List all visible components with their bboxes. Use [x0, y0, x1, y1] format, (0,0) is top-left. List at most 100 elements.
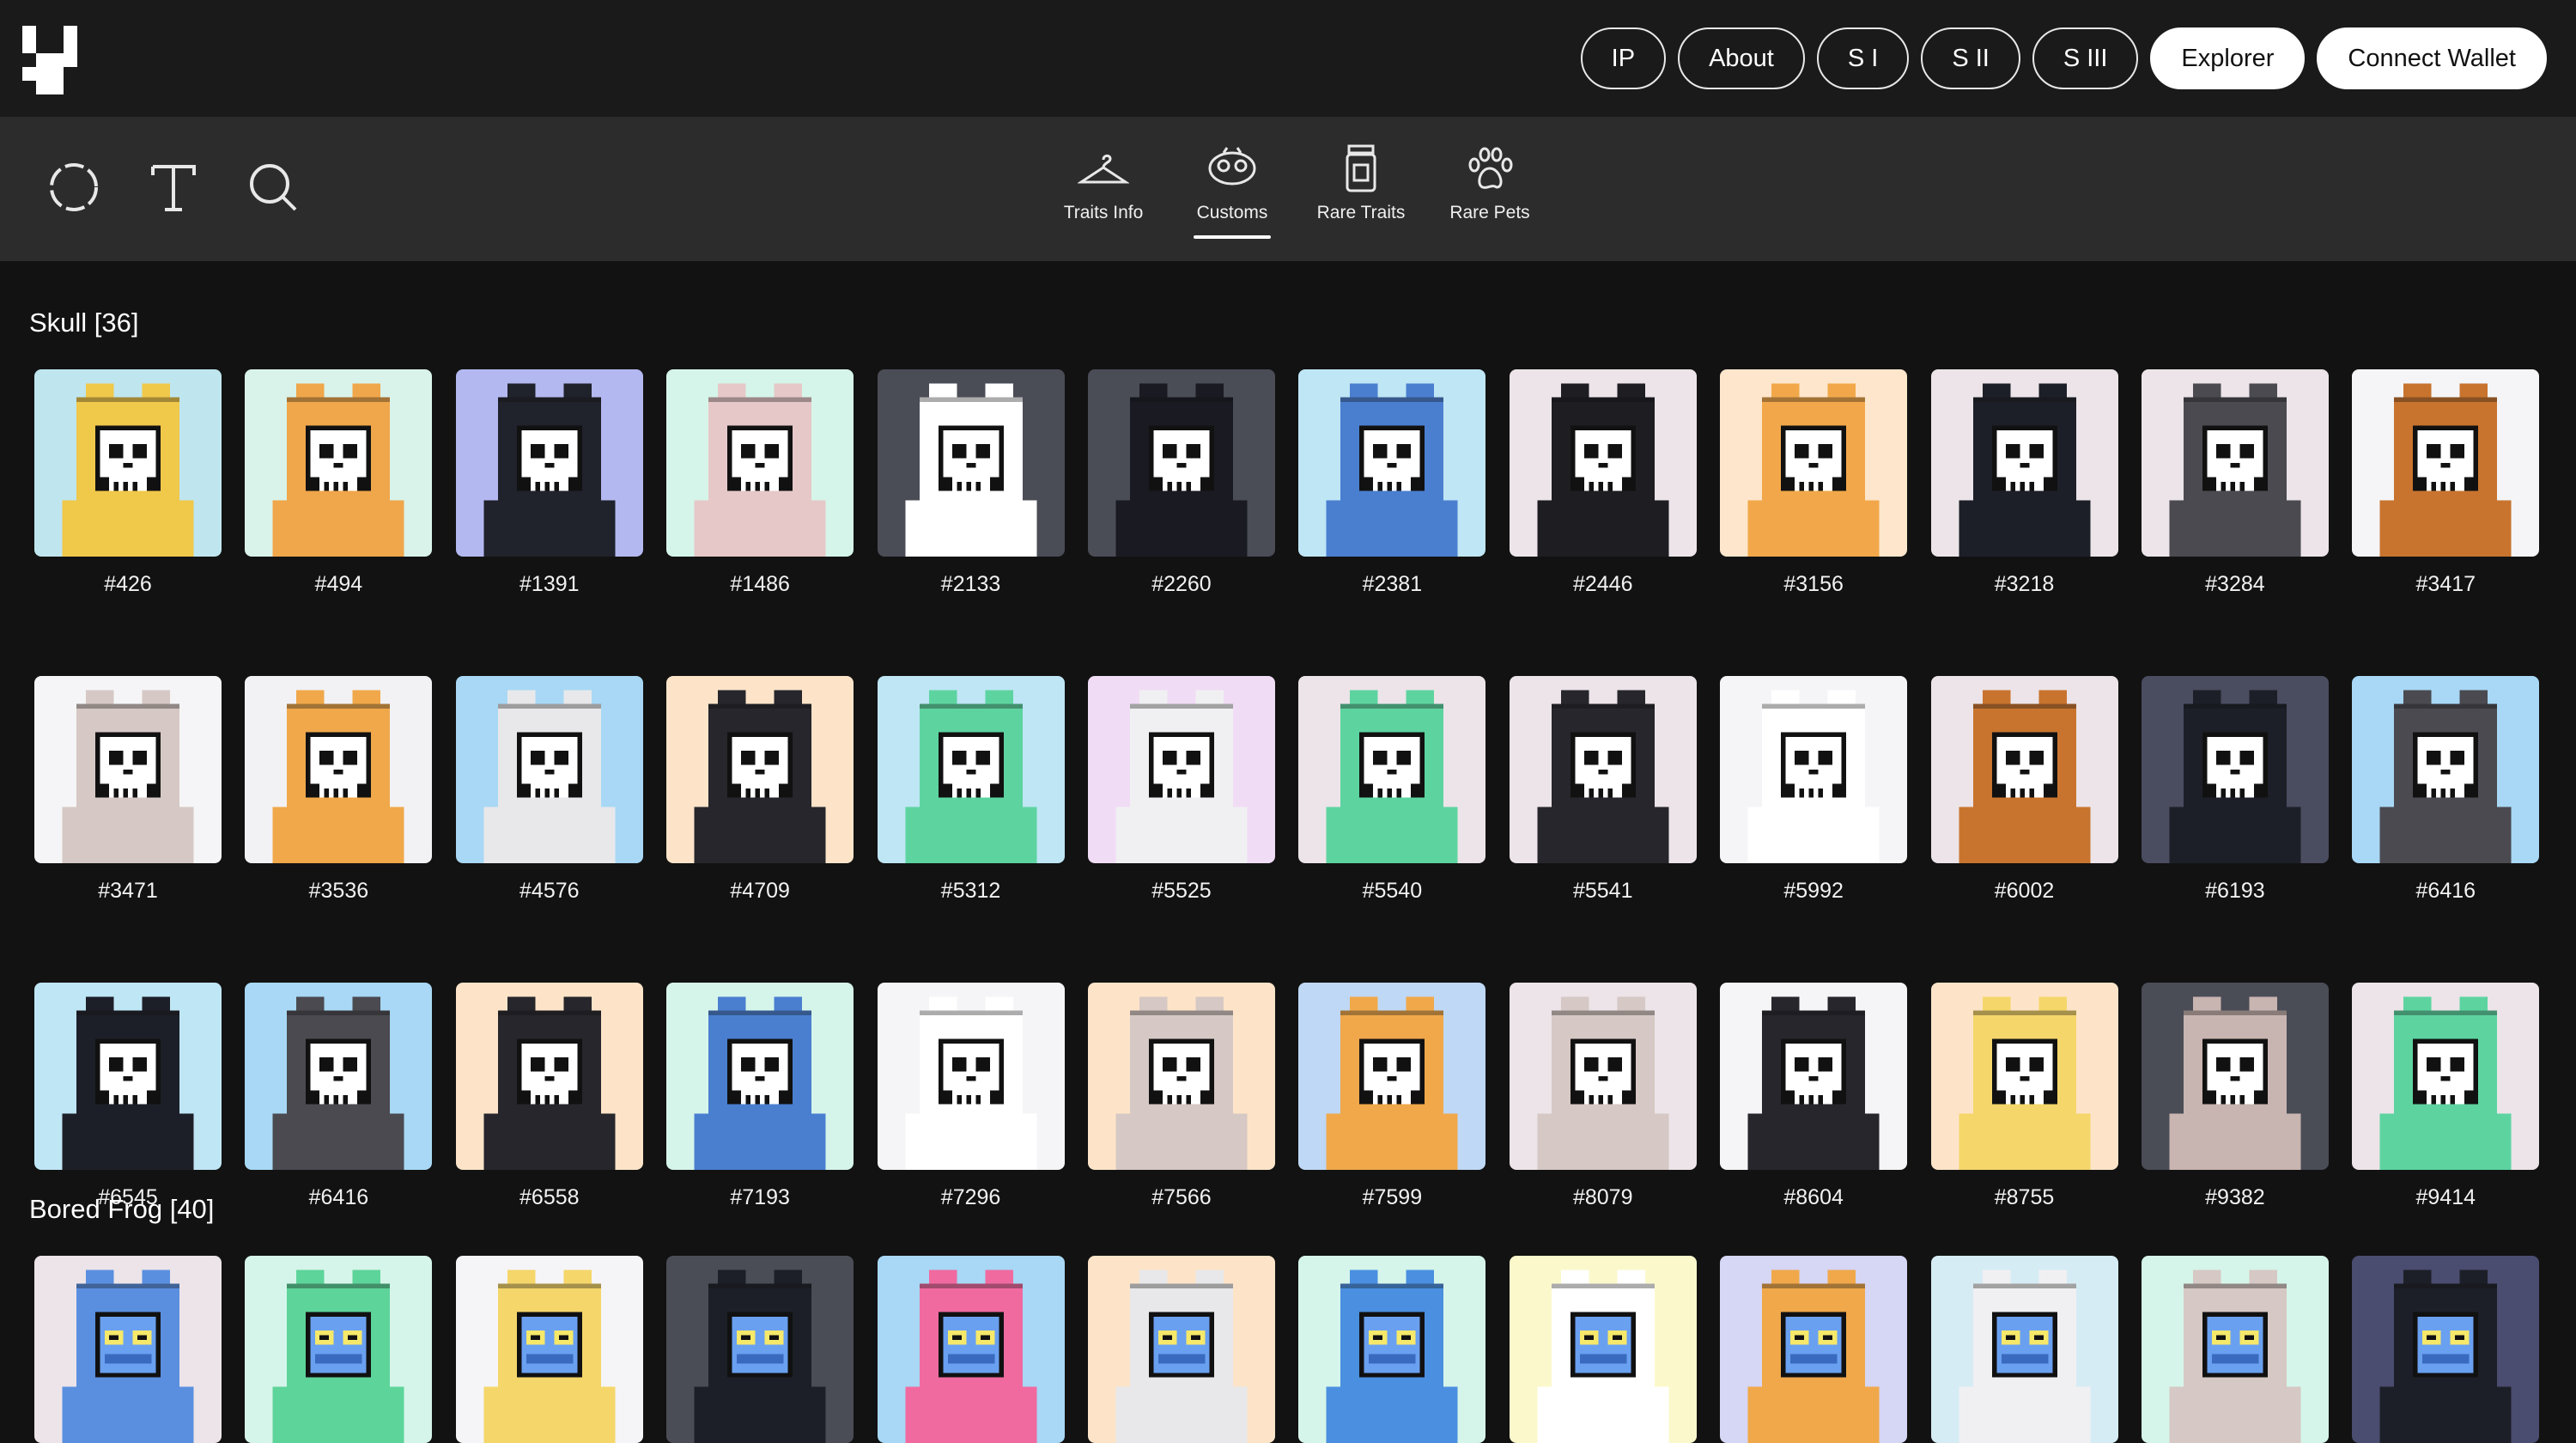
- nft-thumbnail[interactable]: [666, 676, 854, 863]
- nft-thumbnail[interactable]: [877, 676, 1065, 863]
- nft-card[interactable]: #5541: [1509, 676, 1697, 904]
- nft-card[interactable]: #8604: [1720, 983, 1908, 1210]
- nft-thumbnail[interactable]: [2352, 1256, 2540, 1443]
- nft-card[interactable]: #3471: [34, 676, 222, 904]
- nft-thumbnail[interactable]: [2352, 983, 2540, 1170]
- text-icon[interactable]: [146, 160, 201, 215]
- nft-thumbnail[interactable]: [455, 369, 643, 557]
- nft-thumbnail[interactable]: [455, 1256, 643, 1443]
- nft-thumbnail[interactable]: [455, 983, 643, 1170]
- nft-thumbnail[interactable]: [245, 369, 433, 557]
- nft-card[interactable]: #2260: [1087, 369, 1275, 597]
- nft-card[interactable]: #426: [34, 369, 222, 597]
- nft-card[interactable]: [877, 1256, 1065, 1443]
- tab-customs[interactable]: Customs: [1168, 143, 1297, 239]
- nft-thumbnail[interactable]: [1930, 369, 2118, 557]
- nft-thumbnail[interactable]: [1720, 983, 1908, 1170]
- nft-card[interactable]: [34, 1256, 222, 1443]
- nft-thumbnail[interactable]: [1087, 1256, 1275, 1443]
- nft-card[interactable]: #7599: [1298, 983, 1486, 1210]
- nav-button-explorer[interactable]: Explorer: [2150, 27, 2306, 89]
- nft-card[interactable]: [2352, 1256, 2540, 1443]
- nft-thumbnail[interactable]: [1087, 983, 1275, 1170]
- nft-card[interactable]: #6416: [245, 983, 433, 1210]
- nft-thumbnail[interactable]: [245, 676, 433, 863]
- nft-card[interactable]: #6002: [1930, 676, 2118, 904]
- nft-card[interactable]: #3284: [2141, 369, 2329, 597]
- nft-card[interactable]: [1298, 1256, 1486, 1443]
- nft-thumbnail[interactable]: [2141, 369, 2329, 557]
- nft-thumbnail[interactable]: [1509, 369, 1697, 557]
- nft-card[interactable]: #3417: [2352, 369, 2540, 597]
- nft-card[interactable]: #2381: [1298, 369, 1486, 597]
- nft-thumbnail[interactable]: [666, 1256, 854, 1443]
- nft-card[interactable]: #7296: [877, 983, 1065, 1210]
- nft-thumbnail[interactable]: [877, 1256, 1065, 1443]
- refresh-icon[interactable]: [46, 160, 101, 215]
- tab-rare-pets[interactable]: Rare Pets: [1425, 143, 1554, 239]
- nft-card[interactable]: #7193: [666, 983, 854, 1210]
- nft-card[interactable]: #9414: [2352, 983, 2540, 1210]
- nft-card[interactable]: #2133: [877, 369, 1065, 597]
- nft-card[interactable]: #5312: [877, 676, 1065, 904]
- nft-card[interactable]: [1930, 1256, 2118, 1443]
- nav-button-s-i[interactable]: S I: [1816, 27, 1910, 89]
- nft-card[interactable]: [2141, 1256, 2329, 1443]
- nft-card[interactable]: #1486: [666, 369, 854, 597]
- nft-thumbnail[interactable]: [245, 1256, 433, 1443]
- nav-button-s-iii[interactable]: S III: [2032, 27, 2139, 89]
- nft-thumbnail[interactable]: [2352, 676, 2540, 863]
- nft-thumbnail[interactable]: [1298, 983, 1486, 1170]
- nft-thumbnail[interactable]: [34, 1256, 222, 1443]
- nav-button-s-ii[interactable]: S II: [1921, 27, 2020, 89]
- nft-card[interactable]: [1509, 1256, 1697, 1443]
- nft-thumbnail[interactable]: [1720, 369, 1908, 557]
- nft-card[interactable]: #5992: [1720, 676, 1908, 904]
- nft-card[interactable]: [455, 1256, 643, 1443]
- nft-card[interactable]: #4709: [666, 676, 854, 904]
- nft-card[interactable]: #6193: [2141, 676, 2329, 904]
- nft-thumbnail[interactable]: [2141, 676, 2329, 863]
- nft-thumbnail[interactable]: [34, 369, 222, 557]
- nft-thumbnail[interactable]: [2141, 1256, 2329, 1443]
- nft-card[interactable]: #6558: [455, 983, 643, 1210]
- nft-thumbnail[interactable]: [1087, 676, 1275, 863]
- tab-traits-info[interactable]: Traits Info: [1039, 143, 1168, 239]
- nft-thumbnail[interactable]: [1509, 983, 1697, 1170]
- nft-thumbnail[interactable]: [1930, 1256, 2118, 1443]
- nft-card[interactable]: #6416: [2352, 676, 2540, 904]
- nft-thumbnail[interactable]: [1930, 983, 2118, 1170]
- nft-thumbnail[interactable]: [1298, 369, 1486, 557]
- nft-thumbnail[interactable]: [2141, 983, 2329, 1170]
- nft-thumbnail[interactable]: [1298, 1256, 1486, 1443]
- search-icon[interactable]: [246, 160, 301, 215]
- nft-card[interactable]: [666, 1256, 854, 1443]
- nft-card[interactable]: #4576: [455, 676, 643, 904]
- nft-card[interactable]: #5525: [1087, 676, 1275, 904]
- logo[interactable]: [22, 26, 77, 94]
- nft-card[interactable]: #6545: [34, 983, 222, 1210]
- nft-card[interactable]: #3536: [245, 676, 433, 904]
- nft-card[interactable]: [1087, 1256, 1275, 1443]
- nft-card[interactable]: [245, 1256, 433, 1443]
- nft-card[interactable]: #5540: [1298, 676, 1486, 904]
- nft-card[interactable]: #8755: [1930, 983, 2118, 1210]
- tab-rare-traits[interactable]: Rare Traits: [1297, 143, 1425, 239]
- nft-thumbnail[interactable]: [245, 983, 433, 1170]
- nft-thumbnail[interactable]: [34, 983, 222, 1170]
- nft-thumbnail[interactable]: [666, 983, 854, 1170]
- nft-card[interactable]: #8079: [1509, 983, 1697, 1210]
- nft-thumbnail[interactable]: [1087, 369, 1275, 557]
- nft-card[interactable]: #1391: [455, 369, 643, 597]
- nft-thumbnail[interactable]: [34, 676, 222, 863]
- nft-card[interactable]: #3156: [1720, 369, 1908, 597]
- nft-card[interactable]: #7566: [1087, 983, 1275, 1210]
- nft-thumbnail[interactable]: [877, 983, 1065, 1170]
- nft-thumbnail[interactable]: [1298, 676, 1486, 863]
- nav-button-about[interactable]: About: [1678, 27, 1805, 89]
- nft-thumbnail[interactable]: [2352, 369, 2540, 557]
- nft-thumbnail[interactable]: [1930, 676, 2118, 863]
- nav-button-connect-wallet[interactable]: Connect Wallet: [2317, 27, 2547, 89]
- nft-card[interactable]: #9382: [2141, 983, 2329, 1210]
- nft-thumbnail[interactable]: [877, 369, 1065, 557]
